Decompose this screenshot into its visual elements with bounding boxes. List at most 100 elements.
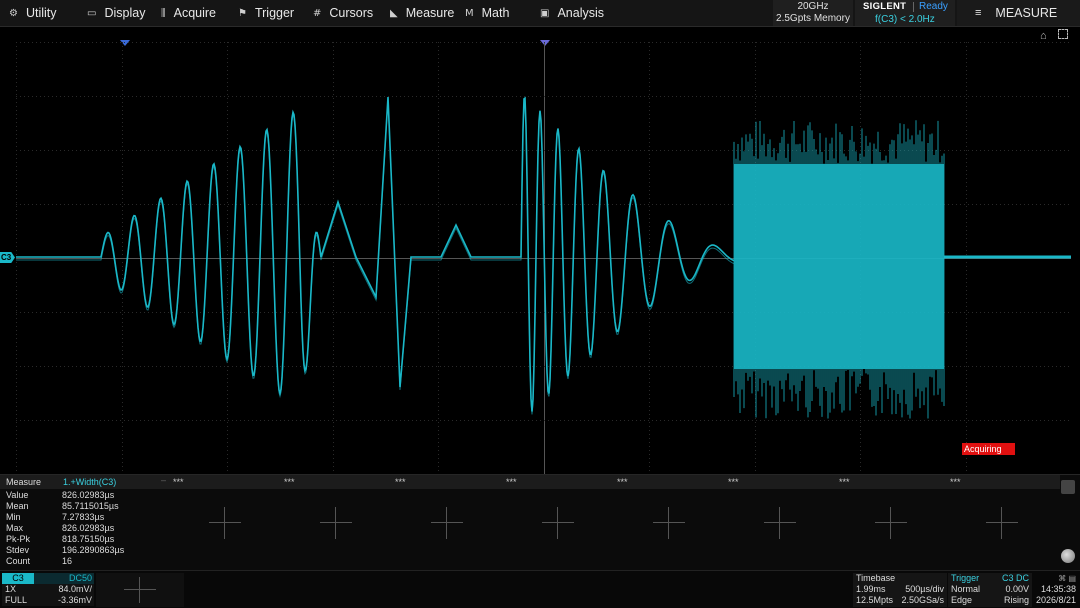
add-measurement-button[interactable] [320,507,352,539]
noise-burst [734,164,944,369]
add-channel-button[interactable] [96,573,184,607]
stat-label: Max [6,523,24,533]
trigger-mode-row: Normal 0.00V [948,584,1032,595]
menu-analysis[interactable]: ▣ Analysis [540,0,604,26]
trigger-slope: Rising [1003,595,1029,605]
add-measurement-button[interactable] [986,507,1018,539]
fullscreen-icon[interactable] [1058,29,1068,39]
timebase-title: Timebase [856,573,896,583]
channel-name: C3 [2,573,34,584]
run-state: Ready [919,1,948,12]
channel-coupling: DC50 [68,573,92,583]
menu-measure-label: Measure [405,6,455,20]
timebase-rate-row: 12.5Mpts 2.50GSa/s [853,595,947,606]
measure-button-label: MEASURE [995,6,1058,20]
memory-depth: 12.5Mpts [856,595,894,605]
trigger-mode: Normal [951,584,981,594]
menu-display-label: Display [104,6,146,20]
measure-slot-8-placeholder: *** [839,477,850,487]
timebase-title-row: Timebase [853,573,947,584]
add-measurement-button[interactable] [653,507,685,539]
menu-trigger-label: Trigger [254,6,295,20]
trigger-icon: ⚑ [238,7,247,19]
channel-offset-row: FULL -3.36mV [2,595,94,606]
stat-label: Count [6,556,31,566]
trigger-box[interactable]: Trigger C3 DC Normal 0.00V Edge Rising [948,573,1032,607]
stat-row-value: Value 826.02983µs [0,490,170,501]
menu-cursors[interactable]: # Cursors [313,0,373,26]
menu-cursors-label: Cursors [329,6,374,20]
acquisition-info[interactable]: 20GHz 2.5Gpts Memory [773,0,853,26]
channel-scale-row: 1X 84.0mV/ [2,584,94,595]
add-measurement-button[interactable] [542,507,574,539]
brand-status: SIGLENT Ready f(C3) < 2.0Hz [855,0,955,26]
menu-analysis-label: Analysis [557,6,604,20]
menu-trigger[interactable]: ⚑ Trigger [238,0,294,26]
adjust-knob-icon[interactable] [1061,549,1075,563]
bandwidth-label: 20GHz [797,1,829,12]
vertical-offset: -3.36mV [57,595,92,605]
add-measurement-button[interactable] [875,507,907,539]
menu-math[interactable]: Μ Math [465,0,509,26]
measure-slot-7-placeholder: *** [728,477,739,487]
stat-row-min: Min 7.27833µs [0,512,170,523]
stat-label: Stdev [6,545,30,555]
collapse-icon[interactable]: – [161,475,166,485]
frequency-counter: f(C3) < 2.0Hz [875,14,935,25]
display-icon: ▭ [87,7,97,19]
acquire-icon: ⫼ [161,7,166,19]
timebase-box[interactable]: Timebase 1.99ms 500µs/div 12.5Mpts 2.50G… [853,573,947,607]
stat-row-pkpk: Pk-Pk 818.75150µs [0,534,170,545]
network-usb-icon: ⌘ ▤ [1058,574,1076,583]
menu-acquire[interactable]: ⫼ Acquire [161,0,216,26]
channel-c3-trace [16,96,735,412]
stat-label: Min [6,512,21,522]
menu-display[interactable]: ▭ Display [87,0,145,26]
stat-value: 16 [62,556,73,566]
measure-slot-3-placeholder: *** [284,477,295,487]
channel-c3-marker[interactable]: C3 [0,252,15,263]
stat-row-stdev: Stdev 196.2890863µs [0,545,170,556]
sample-rate: 2.50GSa/s [901,595,944,605]
stat-value: 7.27833µs [62,512,105,522]
channel-c3-label-box[interactable]: C3 DC50 1X 84.0mV/ FULL -3.36mV [2,573,94,607]
waveform-display[interactable]: Acquiring [16,42,1071,474]
waveform-canvas [16,42,1071,474]
camera-icon[interactable]: ⌂ [1040,30,1047,42]
menu-list-icon: ≡ [975,7,982,19]
channel-c3-trace-shadow [16,99,735,415]
stat-row-mean: Mean 85.7115015µs [0,501,170,512]
status-bar: C3 DC50 1X 84.0mV/ FULL -3.36mV Timebase… [0,570,1080,608]
measure-slot-6-placeholder: *** [617,477,628,487]
trigger-level: 0.00V [1005,584,1029,594]
measure-button[interactable]: ≡ MEASURE [957,0,1080,26]
stat-value: 826.02983µs [62,523,115,533]
stat-label: Mean [6,501,29,511]
analysis-icon: ▣ [540,7,550,19]
panel-settings-icon[interactable] [1061,480,1075,494]
measure-slot-4-placeholder: *** [395,477,406,487]
cursors-icon: # [313,7,322,19]
math-icon: Μ [465,7,474,19]
utility-icon: ⚙ [9,7,18,19]
measure-header: Measure 1.+Width(C3) – *** *** *** *** *… [0,475,1060,489]
stat-value: 826.02983µs [62,490,115,500]
menu-math-label: Math [481,6,510,20]
stat-label: Pk-Pk [6,534,31,544]
add-measurement-button[interactable] [209,507,241,539]
channel-title: C3 DC50 [2,573,94,584]
add-measurement-button[interactable] [764,507,796,539]
timebase-scale: 500µs/div [905,584,944,594]
trigger-title-row: Trigger C3 DC [948,573,1032,584]
vertical-scale: 84.0mV/ [58,584,92,594]
trigger-type: Edge [951,595,973,605]
probe-ratio: 1X [5,584,17,594]
measure-panel: Measure 1.+Width(C3) – *** *** *** *** *… [0,474,1080,570]
menu-utility[interactable]: ⚙ Utility [9,0,57,26]
measure-item-name[interactable]: 1.+Width(C3) [63,477,116,487]
menu-measure[interactable]: ◣ Measure [390,0,454,26]
add-measurement-button[interactable] [431,507,463,539]
menu-utility-label: Utility [25,6,57,20]
stat-value: 85.7115015µs [62,501,119,511]
memory-label: 2.5Gpts Memory [776,13,850,24]
